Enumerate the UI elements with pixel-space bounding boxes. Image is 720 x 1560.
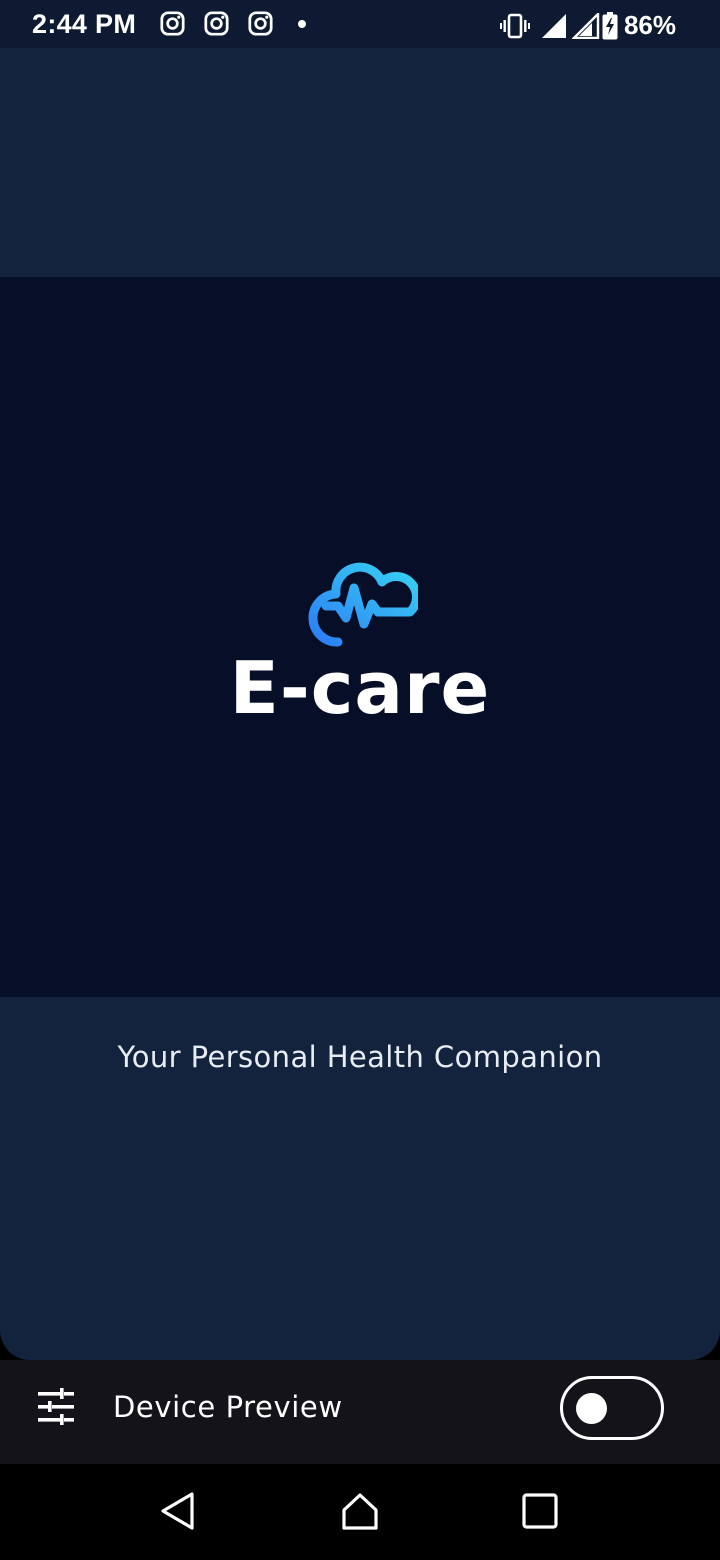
battery-charging-icon <box>602 11 618 39</box>
system-icons: 86% <box>499 10 676 41</box>
recents-icon[interactable] <box>520 1490 560 1532</box>
toggle-knob <box>576 1393 607 1424</box>
notification-icons <box>159 10 306 37</box>
status-time: 2:44 PM <box>32 9 137 39</box>
battery-percentage: 86% <box>623 10 676 40</box>
instagram-icon <box>160 11 185 36</box>
app-tagline: Your Personal Health Companion <box>117 1040 603 1074</box>
vibrate-icon <box>499 13 530 38</box>
signal-icon <box>571 12 600 39</box>
back-icon[interactable] <box>158 1490 198 1532</box>
device-preview-toggle[interactable] <box>560 1376 664 1440</box>
tune-icon[interactable] <box>36 1388 76 1426</box>
screen: 2:44 PM 86% E-care Your Personal Health … <box>0 0 720 1560</box>
app-logo-text: E-care <box>229 646 491 730</box>
instagram-icon <box>204 11 229 36</box>
instagram-icon <box>248 11 273 36</box>
cloud-heartbeat-icon <box>308 562 418 647</box>
signal-icon <box>541 13 566 38</box>
device-preview-label: Device Preview <box>113 1390 343 1424</box>
home-icon[interactable] <box>340 1490 380 1532</box>
status-bar: 2:44 PM 86% <box>0 0 720 48</box>
dot-icon <box>298 19 306 28</box>
